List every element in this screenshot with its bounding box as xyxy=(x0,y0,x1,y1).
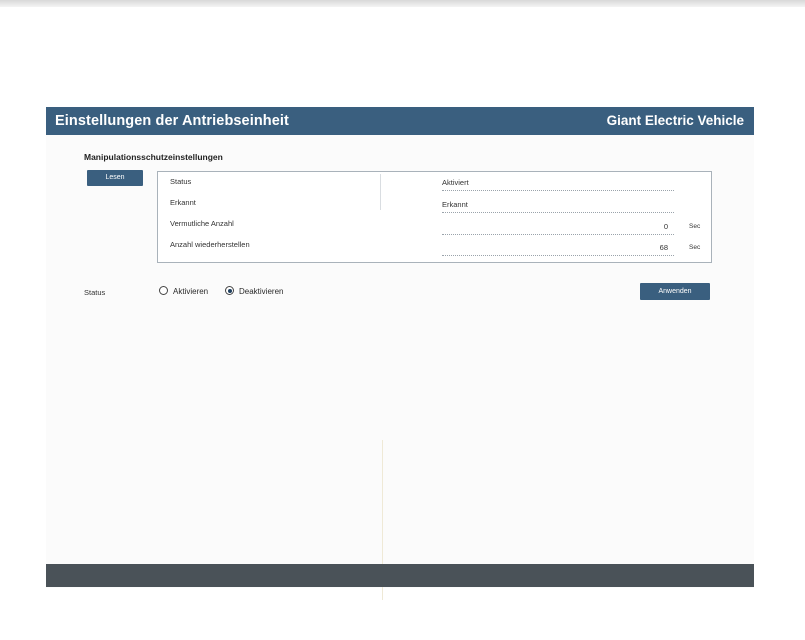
activate-radio[interactable] xyxy=(159,286,168,295)
detected-row-value: Erkannt xyxy=(442,199,674,213)
status-row-value: Aktiviert xyxy=(442,177,674,191)
status-control-label: Status xyxy=(84,288,106,297)
column-divider xyxy=(380,174,381,210)
estimated-count-value: 0 xyxy=(442,221,674,235)
detected-row-label: Erkannt xyxy=(170,198,196,207)
tamper-info-panel: Status Aktiviert Erkannt Erkannt Vermutl… xyxy=(157,171,712,263)
restore-count-value: 68 xyxy=(442,242,674,256)
activate-radio-label[interactable]: Aktivieren xyxy=(173,286,208,297)
read-button[interactable]: Lesen xyxy=(87,170,143,186)
header-bar: Einstellungen der Antriebseinheit Giant … xyxy=(46,107,754,135)
apply-button[interactable]: Anwenden xyxy=(640,283,710,300)
restore-count-unit: Sec xyxy=(689,244,701,251)
brand-name: Giant Electric Vehicle xyxy=(606,113,744,128)
footer-bar xyxy=(46,564,754,587)
top-edge-strip xyxy=(0,0,805,7)
estimated-count-unit: Sec xyxy=(689,223,701,230)
deactivate-radio[interactable] xyxy=(225,286,234,295)
page-title: Einstellungen der Antriebseinheit xyxy=(55,113,289,129)
deactivate-radio-label[interactable]: Deaktivieren xyxy=(239,286,283,297)
section-title: Manipulationsschutzeinstellungen xyxy=(84,152,223,162)
estimated-count-label: Vermutliche Anzahl xyxy=(170,219,234,228)
restore-count-label: Anzahl wiederherstellen xyxy=(170,240,250,249)
status-row-label: Status xyxy=(170,177,192,186)
